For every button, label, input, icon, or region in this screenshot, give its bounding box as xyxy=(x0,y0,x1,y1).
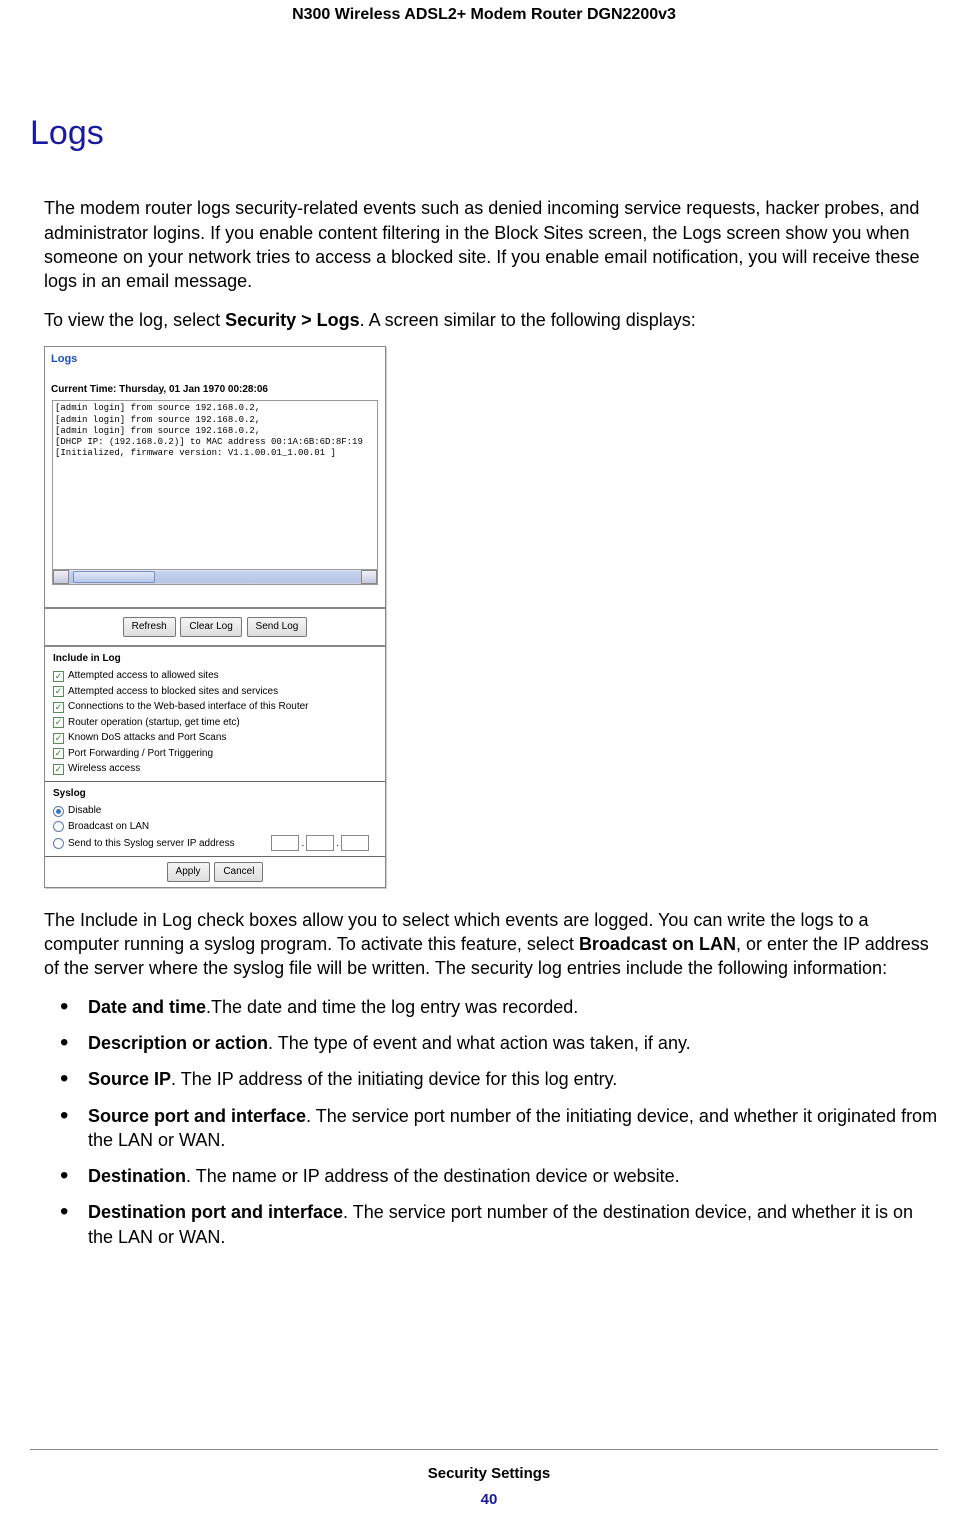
ss-horizontal-scrollbar[interactable] xyxy=(52,570,378,585)
ss-syslog-label: Broadcast on LAN xyxy=(68,820,149,834)
p3-text-b: Broadcast on LAN xyxy=(579,934,736,954)
ss-syslog-option-sendto: Send to this Syslog server IP address . … xyxy=(45,834,385,856)
field-date-time: Date and time.The date and time the log … xyxy=(58,995,938,1031)
checkbox-icon[interactable]: ✓ xyxy=(53,702,64,713)
field-destination-port-interface: Destination port and interface. The serv… xyxy=(58,1200,938,1261)
checkbox-icon[interactable]: ✓ xyxy=(53,686,64,697)
ss-include-label: Port Forwarding / Port Triggering xyxy=(68,747,213,761)
ss-panel-title: Logs xyxy=(45,347,385,383)
ss-include-label: Attempted access to allowed sites xyxy=(68,669,219,683)
ss-ip-field-group: . . xyxy=(271,835,369,851)
ss-log-line: [Initialized, firmware version: V1.1.00.… xyxy=(55,448,375,459)
field-name: Source IP xyxy=(88,1069,171,1089)
ss-include-option: ✓ Port Forwarding / Port Triggering xyxy=(45,746,385,762)
ss-include-option: ✓ Attempted access to blocked sites and … xyxy=(45,684,385,700)
ss-include-label: Wireless access xyxy=(68,762,140,776)
checkbox-icon[interactable]: ✓ xyxy=(53,748,64,759)
intro-paragraph-1: The modem router logs security-related e… xyxy=(44,196,938,293)
ss-include-option: ✓ Known DoS attacks and Port Scans xyxy=(45,730,385,746)
ss-syslog-label: Disable xyxy=(68,804,101,818)
field-name: Source port and interface xyxy=(88,1106,306,1126)
ss-current-time: Current Time: Thursday, 01 Jan 1970 00:2… xyxy=(45,383,385,401)
ss-log-line: [admin login] from source 192.168.0.2, xyxy=(55,403,375,414)
radio-icon[interactable] xyxy=(53,838,64,849)
footer-rule xyxy=(30,1449,938,1450)
ss-scroll-track[interactable] xyxy=(69,571,361,583)
field-desc: .The date and time the log entry was rec… xyxy=(206,997,578,1017)
field-desc: . The name or IP address of the destinat… xyxy=(186,1166,680,1186)
p2-text-a: To view the log, select xyxy=(44,310,225,330)
logs-screenshot: Logs Current Time: Thursday, 01 Jan 1970… xyxy=(44,346,386,888)
ss-action-button-row: Refresh Clear Log Send Log xyxy=(45,609,385,645)
footer-page-number: 40 xyxy=(0,1490,978,1510)
field-description-action: Description or action. The type of event… xyxy=(58,1031,938,1067)
ss-include-label: Router operation (startup, get time etc) xyxy=(68,716,240,730)
ss-log-line: [admin login] from source 192.168.0.2, xyxy=(55,415,375,426)
field-name: Description or action xyxy=(88,1033,268,1053)
p2-nav-path: Security > Logs xyxy=(225,310,360,330)
footer-section-name: Security Settings xyxy=(0,1464,978,1484)
ss-ip-octet-input[interactable] xyxy=(341,835,369,851)
field-name: Date and time xyxy=(88,997,206,1017)
checkbox-icon[interactable]: ✓ xyxy=(53,764,64,775)
ss-scroll-thumb[interactable] xyxy=(73,571,155,583)
page-footer: Security Settings 40 xyxy=(0,1449,978,1511)
ss-syslog-option-disable: Disable xyxy=(45,803,385,819)
field-name: Destination xyxy=(88,1166,186,1186)
ss-ip-octet-input[interactable] xyxy=(306,835,334,851)
field-destination: Destination. The name or IP address of t… xyxy=(58,1164,938,1200)
document-header: N300 Wireless ADSL2+ Modem Router DGN220… xyxy=(30,0,938,26)
log-fields-list: Date and time.The date and time the log … xyxy=(44,995,938,1261)
clear-log-button[interactable]: Clear Log xyxy=(180,617,241,637)
apply-button[interactable]: Apply xyxy=(167,862,210,882)
ss-include-option: ✓ Attempted access to allowed sites xyxy=(45,668,385,684)
radio-icon[interactable] xyxy=(53,821,64,832)
checkbox-icon[interactable]: ✓ xyxy=(53,671,64,682)
ss-log-output[interactable]: [admin login] from source 192.168.0.2, [… xyxy=(52,400,378,570)
checkbox-icon[interactable]: ✓ xyxy=(53,733,64,744)
ss-ip-octet-input[interactable] xyxy=(271,835,299,851)
ss-scroll-right-button[interactable] xyxy=(361,570,377,584)
dot-separator: . xyxy=(301,837,304,851)
include-in-log-paragraph: The Include in Log check boxes allow you… xyxy=(44,908,938,981)
refresh-button[interactable]: Refresh xyxy=(123,617,176,637)
field-name: Destination port and interface xyxy=(88,1202,343,1222)
ss-scroll-left-button[interactable] xyxy=(53,570,69,584)
checkbox-icon[interactable]: ✓ xyxy=(53,717,64,728)
ss-include-option: ✓ Router operation (startup, get time et… xyxy=(45,715,385,731)
dot-separator: . xyxy=(336,837,339,851)
send-log-button[interactable]: Send Log xyxy=(247,617,308,637)
ss-log-line: [admin login] from source 192.168.0.2, xyxy=(55,426,375,437)
radio-icon[interactable] xyxy=(53,806,64,817)
p2-text-c: . A screen similar to the following disp… xyxy=(360,310,696,330)
ss-include-option: ✓ Connections to the Web-based interface… xyxy=(45,699,385,715)
field-desc: . The IP address of the initiating devic… xyxy=(171,1069,617,1089)
ss-include-label: Connections to the Web-based interface o… xyxy=(68,700,309,714)
ss-syslog-heading: Syslog xyxy=(45,782,385,804)
ss-log-line: [DHCP IP: (192.168.0.2)] to MAC address … xyxy=(55,437,375,448)
ss-include-in-log-heading: Include in Log xyxy=(45,647,385,669)
ss-include-label: Attempted access to blocked sites and se… xyxy=(68,685,278,699)
ss-form-button-row: Apply Cancel xyxy=(45,857,385,887)
ss-syslog-label: Send to this Syslog server IP address xyxy=(68,837,235,851)
field-source-port-interface: Source port and interface. The service p… xyxy=(58,1104,938,1165)
ss-include-option: ✓ Wireless access xyxy=(45,761,385,781)
intro-paragraph-2: To view the log, select Security > Logs.… xyxy=(44,308,938,332)
page-title: Logs xyxy=(30,111,938,157)
field-desc: . The type of event and what action was … xyxy=(268,1033,691,1053)
ss-syslog-option-broadcast: Broadcast on LAN xyxy=(45,819,385,835)
ss-include-label: Known DoS attacks and Port Scans xyxy=(68,731,226,745)
field-source-ip: Source IP. The IP address of the initiat… xyxy=(58,1067,938,1103)
cancel-button[interactable]: Cancel xyxy=(214,862,263,882)
